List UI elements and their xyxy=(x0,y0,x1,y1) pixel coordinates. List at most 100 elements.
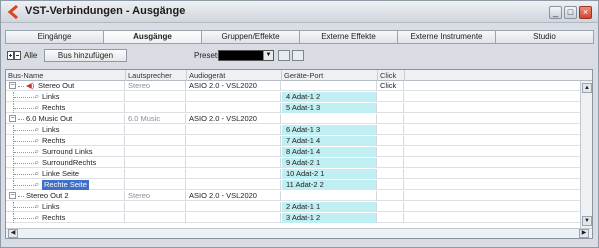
bus-name-cell[interactable]: − 6.0 Music Out xyxy=(6,114,125,124)
bus-name-cell[interactable]: ○ Links xyxy=(6,125,125,135)
close-button[interactable]: × xyxy=(579,6,592,19)
presets-dropdown[interactable]: ▼ xyxy=(218,50,274,61)
expand-all-icon[interactable] xyxy=(7,51,21,60)
maximize-button[interactable]: □ xyxy=(564,6,577,19)
speaker-cell[interactable] xyxy=(126,125,186,135)
port-cell[interactable]: 2 Adat-1 1 xyxy=(282,202,377,212)
collapse-icon[interactable]: − xyxy=(9,192,16,199)
device-cell[interactable]: ASIO 2.0 - VSL2020 xyxy=(187,191,281,201)
device-cell[interactable]: ASIO 2.0 - VSL2020 xyxy=(187,81,281,91)
save-preset-icon[interactable] xyxy=(278,50,290,61)
port-cell[interactable] xyxy=(282,114,377,124)
channel-row[interactable]: ○ Rechte Seite 11 Adat-2 2 xyxy=(6,180,580,190)
tab-external-instruments[interactable]: Externe Instrumente xyxy=(397,30,495,44)
col-device[interactable]: Audiogerät xyxy=(187,70,282,81)
port-cell[interactable]: 5 Adat-1 3 xyxy=(282,103,377,113)
device-cell[interactable] xyxy=(187,180,281,190)
click-cell[interactable] xyxy=(378,103,404,113)
speaker-cell[interactable]: Stereo xyxy=(126,81,186,91)
click-cell[interactable] xyxy=(378,125,404,135)
channel-row[interactable]: ○ Surround Links 8 Adat-1 4 xyxy=(6,147,580,157)
scroll-up-icon[interactable]: ▲ xyxy=(582,83,592,93)
add-bus-button[interactable]: Bus hinzufügen xyxy=(44,49,127,62)
click-cell[interactable] xyxy=(378,136,404,146)
device-cell[interactable] xyxy=(187,136,281,146)
port-cell[interactable]: 10 Adat-2 1 xyxy=(282,169,377,179)
port-cell[interactable] xyxy=(282,191,377,201)
bus-row[interactable]: − Stereo Out 2 Stereo ASIO 2.0 - VSL2020 xyxy=(6,191,580,201)
port-cell[interactable]: 7 Adat-1 4 xyxy=(282,136,377,146)
channel-row[interactable]: ○ Links 6 Adat-1 3 xyxy=(6,125,580,135)
device-cell[interactable] xyxy=(187,213,281,223)
tab-external-effects[interactable]: Externe Effekte xyxy=(299,30,397,44)
device-cell[interactable] xyxy=(187,169,281,179)
scroll-down-icon[interactable]: ▼ xyxy=(582,216,592,226)
bus-name-cell[interactable]: ○ Rechts xyxy=(6,213,125,223)
speaker-cell[interactable] xyxy=(126,158,186,168)
title-bar[interactable]: VST-Verbindungen - Ausgänge _ □ × xyxy=(1,1,598,23)
channel-row[interactable]: ○ Rechts 3 Adat-1 2 xyxy=(6,213,580,223)
bus-name-cell[interactable]: ○ Rechts xyxy=(6,103,125,113)
device-cell[interactable] xyxy=(187,158,281,168)
col-bus-name[interactable]: Bus-Name xyxy=(6,70,126,81)
channel-row[interactable]: ○ Rechts 5 Adat-1 3 xyxy=(6,103,580,113)
speaker-cell[interactable] xyxy=(126,103,186,113)
click-cell[interactable]: Click xyxy=(378,81,404,91)
speaker-cell[interactable] xyxy=(126,92,186,102)
collapse-icon[interactable]: − xyxy=(9,115,16,122)
speaker-cell[interactable] xyxy=(126,180,186,190)
click-cell[interactable] xyxy=(378,147,404,157)
tab-studio[interactable]: Studio xyxy=(495,30,594,44)
port-cell[interactable]: 6 Adat-1 3 xyxy=(282,125,377,135)
collapse-icon[interactable]: − xyxy=(9,82,16,89)
click-cell[interactable] xyxy=(378,92,404,102)
port-cell[interactable] xyxy=(282,81,377,91)
click-cell[interactable] xyxy=(378,158,404,168)
speaker-cell[interactable] xyxy=(126,147,186,157)
tab-inputs[interactable]: Eingänge xyxy=(5,30,103,44)
port-cell[interactable]: 4 Adat-1 2 xyxy=(282,92,377,102)
channel-row[interactable]: ○ Rechts 7 Adat-1 4 xyxy=(6,136,580,146)
bus-row[interactable]: − ◀) Stereo Out Stereo ASIO 2.0 - VSL2020 Cli… xyxy=(6,81,580,91)
bus-row[interactable]: − 6.0 Music Out 6.0 Music ASIO 2.0 - VSL202… xyxy=(6,114,580,124)
device-cell[interactable] xyxy=(187,202,281,212)
scroll-right-icon[interactable]: ▶ xyxy=(579,229,589,238)
speaker-cell[interactable] xyxy=(126,136,186,146)
click-cell[interactable] xyxy=(378,180,404,190)
bus-name-cell[interactable]: ○ Rechte Seite xyxy=(6,180,125,190)
bus-name-cell[interactable]: ○ Linke Seite xyxy=(6,169,125,179)
col-click[interactable]: Click xyxy=(378,70,405,81)
delete-preset-icon[interactable] xyxy=(292,50,304,61)
tab-groups-effects[interactable]: Gruppen/Effekte xyxy=(201,30,299,44)
device-cell[interactable] xyxy=(187,125,281,135)
device-cell[interactable] xyxy=(187,92,281,102)
bus-name-cell[interactable]: ○ Links xyxy=(6,202,125,212)
col-speaker[interactable]: Lautsprecher xyxy=(126,70,187,81)
speaker-cell[interactable] xyxy=(126,202,186,212)
port-cell[interactable]: 9 Adat-2 1 xyxy=(282,158,377,168)
click-cell[interactable] xyxy=(378,114,404,124)
click-cell[interactable] xyxy=(378,191,404,201)
port-cell[interactable]: 11 Adat-2 2 xyxy=(282,180,377,190)
channel-row[interactable]: ○ SurroundRechts 9 Adat-2 1 xyxy=(6,158,580,168)
speaker-cell[interactable]: 6.0 Music xyxy=(126,114,186,124)
port-cell[interactable]: 3 Adat-1 2 xyxy=(282,213,377,223)
click-cell[interactable] xyxy=(378,202,404,212)
bus-name-cell[interactable]: ○ SurroundRechts xyxy=(6,158,125,168)
bus-name-cell[interactable]: ○ Rechts xyxy=(6,136,125,146)
col-port[interactable]: Geräte-Port xyxy=(282,70,378,81)
channel-row[interactable]: ○ Links 2 Adat-1 1 xyxy=(6,202,580,212)
speaker-cell[interactable]: Stereo xyxy=(126,191,186,201)
tab-outputs[interactable]: Ausgänge xyxy=(103,30,201,44)
speaker-cell[interactable] xyxy=(126,169,186,179)
bus-name-cell[interactable]: ○ Links xyxy=(6,92,125,102)
device-cell[interactable] xyxy=(187,103,281,113)
device-cell[interactable] xyxy=(187,147,281,157)
click-cell[interactable] xyxy=(378,169,404,179)
click-cell[interactable] xyxy=(378,213,404,223)
speaker-cell[interactable] xyxy=(126,213,186,223)
port-cell[interactable]: 8 Adat-1 4 xyxy=(282,147,377,157)
vertical-scrollbar[interactable]: ▲ ▼ xyxy=(580,81,592,228)
channel-row[interactable]: ○ Links 4 Adat-1 2 xyxy=(6,92,580,102)
device-cell[interactable]: ASIO 2.0 - VSL2020 xyxy=(187,114,281,124)
